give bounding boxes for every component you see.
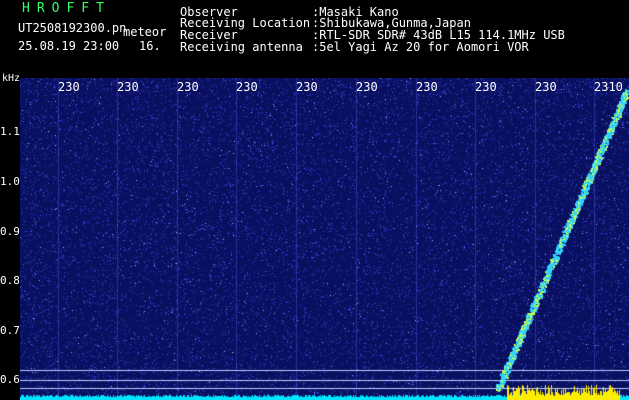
khz-unit-label: kHz — [2, 73, 21, 84]
time-tick-label: 230 — [117, 80, 139, 94]
time-tick-label: 2310 — [594, 80, 623, 94]
freq-tick-label: 0.9 — [0, 225, 20, 238]
freq-tick-label: 0.6 — [0, 373, 20, 386]
time-tick-label: 230 — [236, 80, 258, 94]
header-panel: HROFFT UT2508192300.pn meteor 25.08.19 2… — [0, 0, 629, 78]
spectrogram-canvas — [20, 78, 629, 400]
antenna-label: Receiving antenna — [180, 40, 303, 54]
count-label: 16. — [139, 39, 161, 53]
app-logo: HROFFT — [22, 1, 111, 16]
freq-tick-label: 0.7 — [0, 324, 20, 337]
time-tick-label: 230 — [58, 80, 80, 94]
datetime-label: 25.08.19 23:00 — [18, 39, 120, 53]
freq-tick-label: 0.8 — [0, 274, 20, 287]
meteor-label: meteor — [123, 25, 167, 39]
filename-label: UT2508192300.pn — [18, 21, 127, 35]
time-tick-label: 230 — [535, 80, 557, 94]
time-tick-label: 230 — [296, 80, 318, 94]
freq-tick-label: 1.0 — [0, 175, 20, 188]
time-tick-label: 230 — [475, 80, 497, 94]
time-tick-label: 230 — [416, 80, 438, 94]
antenna-value: :5el Yagi Az 20 for Aomori VOR — [312, 40, 529, 54]
time-tick-label: 230 — [356, 80, 378, 94]
time-tick-label: 230 — [177, 80, 199, 94]
freq-tick-label: 1.1 — [0, 125, 20, 138]
